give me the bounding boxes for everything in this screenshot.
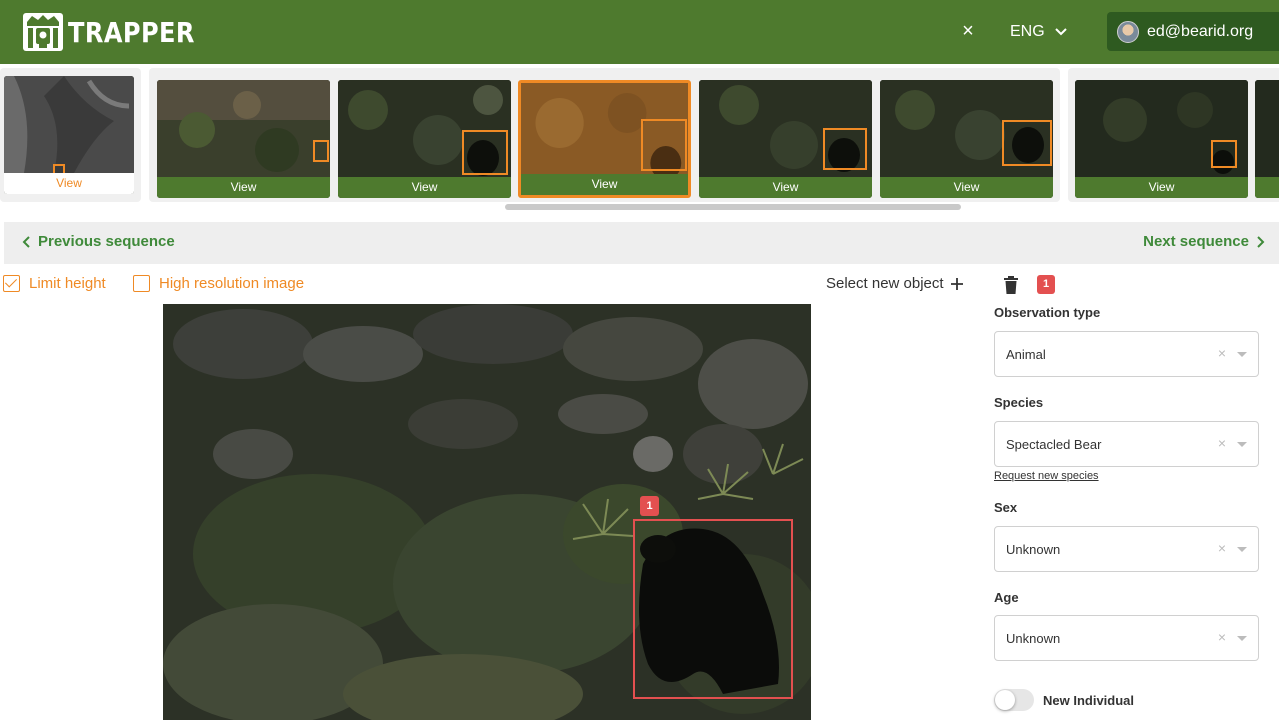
sequence-group-next: View [1068,68,1279,202]
caret-down-icon[interactable] [1237,352,1247,357]
age-value: Unknown [1006,631,1061,646]
high-resolution-checkbox[interactable]: High resolution image [133,275,304,292]
thumbnail[interactable]: View [157,80,330,198]
thumbnail-view-label: View [157,177,330,198]
thumbnail-view-label: View [521,174,688,195]
strip-scrollbar[interactable] [505,204,961,210]
age-select[interactable]: Unknown × [994,615,1259,661]
species-value: Spectacled Bear [1006,437,1102,452]
avatar [1117,20,1139,43]
camera-trap-image[interactable]: 1 [163,304,811,720]
sequence-group-previous: View [0,68,141,202]
image-strip[interactable]: View View View View View View View [0,64,1279,214]
detection-bounding-box[interactable] [633,519,793,699]
thumbnail[interactable]: View [880,80,1053,198]
high-resolution-label: High resolution image [159,275,305,292]
language-label: ENG [1010,23,1045,40]
detection-box [1002,120,1052,166]
detection-badge[interactable]: 1 [640,496,659,516]
sex-value: Unknown [1006,542,1061,557]
age-label: Age [994,590,1019,605]
select-new-object-label: Select new object [826,275,944,292]
top-bar: TRAPPER × ENG ed@bearid.org [0,0,1279,64]
request-new-species-link[interactable]: Request new species [994,470,1099,482]
limit-height-checkbox[interactable]: Limit height [3,275,106,292]
observation-type-value: Animal [1006,347,1046,362]
thumbnail-active[interactable]: View [518,80,691,198]
caret-down-icon[interactable] [1237,547,1247,552]
next-sequence-label: Next sequence [1143,233,1249,250]
select-new-object-button[interactable]: Select new object [826,275,964,292]
thumbnail-view-bar [1255,177,1279,198]
thumbnail[interactable] [1255,80,1279,198]
checkbox-unchecked[interactable] [133,275,150,292]
new-individual-toggle[interactable] [994,689,1034,711]
thumbnail[interactable]: View [1075,80,1248,198]
previous-sequence-label: Previous sequence [38,233,175,250]
chevron-right-icon [1257,235,1265,248]
thumbnail-view-label: View [4,173,134,194]
sequence-group-current: View View View View View [149,68,1060,202]
species-select[interactable]: Spectacled Bear × [994,421,1259,467]
sex-label: Sex [994,500,1018,515]
app-name: TRAPPER [68,15,195,49]
thumbnail-image [157,80,330,177]
observation-type-label: Observation type [994,305,1101,320]
sex-select[interactable]: Unknown × [994,526,1259,572]
caret-down-icon[interactable] [1237,442,1247,447]
user-email: ed@bearid.org [1147,22,1254,40]
clear-icon[interactable]: × [1218,435,1226,451]
thumbnail[interactable]: View [4,76,134,194]
user-menu-button[interactable]: ed@bearid.org [1107,12,1279,51]
trapper-logo-icon [23,13,63,51]
new-individual-label: New Individual [1043,693,1135,708]
limit-height-label: Limit height [29,275,106,292]
next-sequence-button[interactable]: Next sequence [1143,233,1265,250]
detection-box [313,140,329,162]
object-count-badge[interactable]: 1 [1037,275,1055,294]
detection-box [823,128,867,170]
language-selector[interactable]: ENG [1010,20,1067,44]
observation-type-select[interactable]: Animal × [994,331,1259,377]
thumbnail-view-label: View [880,177,1053,198]
species-label: Species [994,395,1044,410]
clear-icon[interactable]: × [1218,540,1226,556]
trapper-logo[interactable]: TRAPPER [22,12,216,52]
chevron-left-icon [22,235,30,248]
thumbnail[interactable]: View [338,80,511,198]
sequence-navigation: Previous sequence Next sequence [4,222,1279,264]
caret-down-icon[interactable] [1237,636,1247,641]
checkbox-checked[interactable] [3,275,20,292]
thumbnail[interactable]: View [699,80,872,198]
detection-box [1211,140,1237,168]
previous-sequence-button[interactable]: Previous sequence [22,233,175,250]
thumbnail-image [1255,80,1279,177]
detection-box [462,130,508,175]
thumbnail-image [4,76,134,173]
clear-icon[interactable]: × [1218,345,1226,361]
toggle-knob [995,690,1015,710]
chevron-down-icon [1054,28,1067,36]
detection-box [641,119,687,171]
close-icon[interactable]: × [957,20,979,42]
plus-icon [950,277,963,290]
thumbnail-view-label: View [1075,177,1248,198]
thumbnail-view-label: View [338,177,511,198]
trash-icon[interactable] [1003,276,1019,294]
clear-icon[interactable]: × [1218,629,1226,645]
thumbnail-view-label: View [699,177,872,198]
